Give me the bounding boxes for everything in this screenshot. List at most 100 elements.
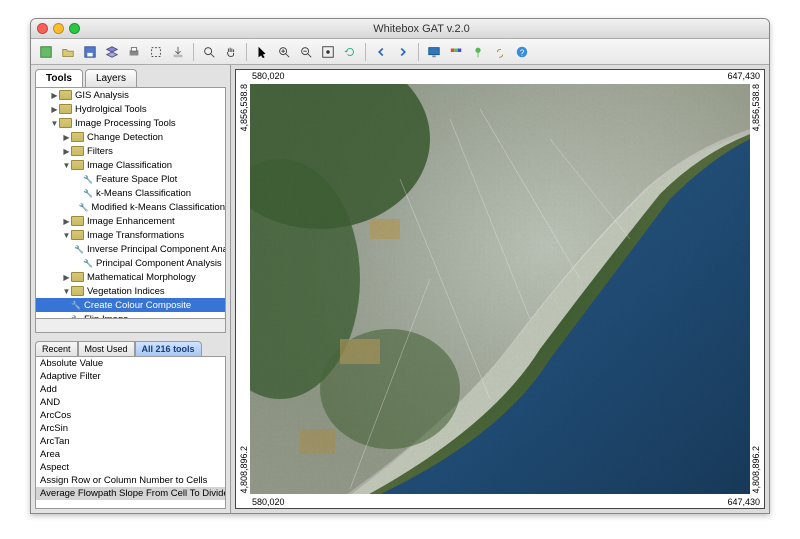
titlebar: Whitebox GAT v.2.0 — [31, 19, 769, 39]
zoom-in-icon[interactable] — [275, 43, 293, 61]
close-icon[interactable] — [37, 23, 48, 34]
zoom-window-icon[interactable] — [69, 23, 80, 34]
wrench-icon — [83, 258, 93, 268]
hand-icon[interactable] — [222, 43, 240, 61]
disclosure-triangle-icon[interactable]: ▶ — [62, 133, 71, 142]
tree-node-label: Hydrolgical Tools — [75, 104, 147, 115]
tool-list-item[interactable]: ArcSin — [36, 422, 225, 435]
folder-icon — [71, 230, 84, 240]
tool-list-tabs: RecentMost UsedAll 216 tools — [35, 341, 226, 356]
save-icon[interactable] — [81, 43, 99, 61]
zoom-extent-icon[interactable] — [319, 43, 337, 61]
layers-icon[interactable] — [103, 43, 121, 61]
screen-icon[interactable] — [425, 43, 443, 61]
tree-folder[interactable]: ▶ GIS Analysis — [36, 88, 225, 102]
disclosure-triangle-icon[interactable]: ▼ — [50, 119, 59, 128]
disclosure-triangle-icon[interactable]: ▼ — [62, 287, 71, 296]
arrow-left-icon[interactable] — [372, 43, 390, 61]
tree-folder[interactable]: ▶ Change Detection — [36, 130, 225, 144]
tree-folder[interactable]: ▶ Filters — [36, 144, 225, 158]
tool-list-item[interactable]: AND — [36, 396, 225, 409]
tree-node-label: GIS Analysis — [75, 90, 129, 101]
list-tab-recent[interactable]: Recent — [35, 341, 78, 356]
coord-y-top-right: 4,856,538.8 — [749, 84, 763, 132]
zoom-icon[interactable] — [200, 43, 218, 61]
tree-folder[interactable]: ▶Image Enhancement — [36, 214, 225, 228]
disclosure-triangle-icon[interactable]: ▶ — [50, 91, 59, 100]
list-tab-all-216-tools[interactable]: All 216 tools — [135, 341, 202, 356]
list-tab-most-used[interactable]: Most Used — [78, 341, 135, 356]
tree-node-label: Change Detection — [87, 132, 163, 143]
export-icon[interactable] — [169, 43, 187, 61]
tool-list-item[interactable]: Adaptive Filter — [36, 370, 225, 383]
tools-tree[interactable]: ▶ GIS Analysis ▶ Hydrolgical Tools▼Image Pr… — [35, 87, 226, 319]
tree-folder[interactable]: ▶ Mathematical Morphology — [36, 270, 225, 284]
disclosure-triangle-icon[interactable]: ▼ — [62, 161, 71, 170]
tree-folder[interactable]: ▼ Vegetation Indices — [36, 284, 225, 298]
tree-tool[interactable]: Modified k-Means Classification — [36, 200, 225, 214]
tree-tool[interactable]: Flip Image — [36, 312, 225, 319]
disclosure-triangle-icon[interactable]: ▶ — [62, 147, 71, 156]
coord-y-top-left: 4,856,538.8 — [237, 84, 251, 132]
refresh-icon[interactable] — [341, 43, 359, 61]
tree-folder[interactable]: ▶ Hydrolgical Tools — [36, 102, 225, 116]
coord-y-bottom-right: 4,808,896.2 — [749, 446, 763, 494]
tree-node-label: Image Classification — [87, 160, 172, 171]
tree-tool[interactable]: Inverse Principal Component Analysis — [36, 242, 225, 256]
tool-list-item[interactable]: ArcTan — [36, 435, 225, 448]
link-icon[interactable] — [491, 43, 509, 61]
arrow-right-icon[interactable] — [394, 43, 412, 61]
tree-node-label: Modified k-Means Classification — [91, 202, 225, 213]
minimize-icon[interactable] — [53, 23, 64, 34]
tree-tool[interactable]: Principal Component Analysis — [36, 256, 225, 270]
select-icon[interactable] — [147, 43, 165, 61]
disclosure-triangle-icon[interactable]: ▼ — [62, 231, 71, 240]
disclosure-triangle-icon[interactable]: ▶ — [62, 217, 71, 226]
cursor-icon[interactable] — [253, 43, 271, 61]
sidebar-tab-layers[interactable]: Layers — [85, 69, 137, 87]
marker-icon[interactable] — [469, 43, 487, 61]
tree-tool[interactable]: k-Means Classification — [36, 186, 225, 200]
new-map-icon[interactable] — [37, 43, 55, 61]
tree-tool[interactable]: Feature Space Plot — [36, 172, 225, 186]
tool-list-item[interactable]: Absolute Value — [36, 357, 225, 370]
tool-list-item[interactable]: Aspect — [36, 461, 225, 474]
wrench-icon — [83, 188, 93, 198]
tool-list-item[interactable]: Area — [36, 448, 225, 461]
tool-list-item[interactable]: Average Flowpath Slope From Cell To Divi… — [36, 487, 225, 500]
tool-list[interactable]: Absolute ValueAdaptive FilterAddANDArcCo… — [35, 356, 226, 509]
content-body: ToolsLayers ▶ GIS Analysis ▶ Hydrolgical To… — [31, 65, 769, 513]
tree-node-label: Principal Component Analysis — [96, 258, 222, 269]
sidebar: ToolsLayers ▶ GIS Analysis ▶ Hydrolgical To… — [31, 65, 231, 513]
satellite-image[interactable] — [250, 84, 750, 494]
tree-folder[interactable]: ▼ Image Classification — [36, 158, 225, 172]
tree-node-label: Mathematical Morphology — [87, 272, 196, 283]
disclosure-triangle-icon[interactable]: ▶ — [62, 273, 71, 282]
tree-scrollbar[interactable] — [35, 319, 226, 333]
tree-folder[interactable]: ▼Image Processing Tools — [36, 116, 225, 130]
map-frame[interactable]: 580,020 647,430 580,020 647,430 4,856,53… — [235, 69, 765, 509]
tool-list-item[interactable]: Assign Row or Column Number to Cells — [36, 474, 225, 487]
toolbar: ? — [31, 39, 769, 65]
map-area: 580,020 647,430 580,020 647,430 4,856,53… — [231, 65, 769, 513]
tree-node-label: Image Transformations — [87, 230, 184, 241]
print-icon[interactable] — [125, 43, 143, 61]
disclosure-triangle-icon[interactable]: ▶ — [50, 105, 59, 114]
tool-list-item[interactable]: Add — [36, 383, 225, 396]
tree-node-label: Vegetation Indices — [87, 286, 165, 297]
zoom-out-icon[interactable] — [297, 43, 315, 61]
tree-node-label: Filters — [87, 146, 113, 157]
open-icon[interactable] — [59, 43, 77, 61]
folder-icon — [71, 216, 84, 226]
palette-icon[interactable] — [447, 43, 465, 61]
wrench-icon — [83, 174, 93, 184]
app-window: Whitebox GAT v.2.0 ? ToolsLayers ▶ GIS An… — [30, 18, 770, 514]
tree-tool[interactable]: Create Colour Composite — [36, 298, 225, 312]
wrench-icon — [78, 202, 88, 212]
folder-icon — [59, 118, 72, 128]
tree-folder[interactable]: ▼ Image Transformations — [36, 228, 225, 242]
coord-x-left-top: 580,020 — [250, 71, 287, 81]
help-icon[interactable]: ? — [513, 43, 531, 61]
sidebar-tab-tools[interactable]: Tools — [35, 69, 83, 87]
tool-list-item[interactable]: ArcCos — [36, 409, 225, 422]
